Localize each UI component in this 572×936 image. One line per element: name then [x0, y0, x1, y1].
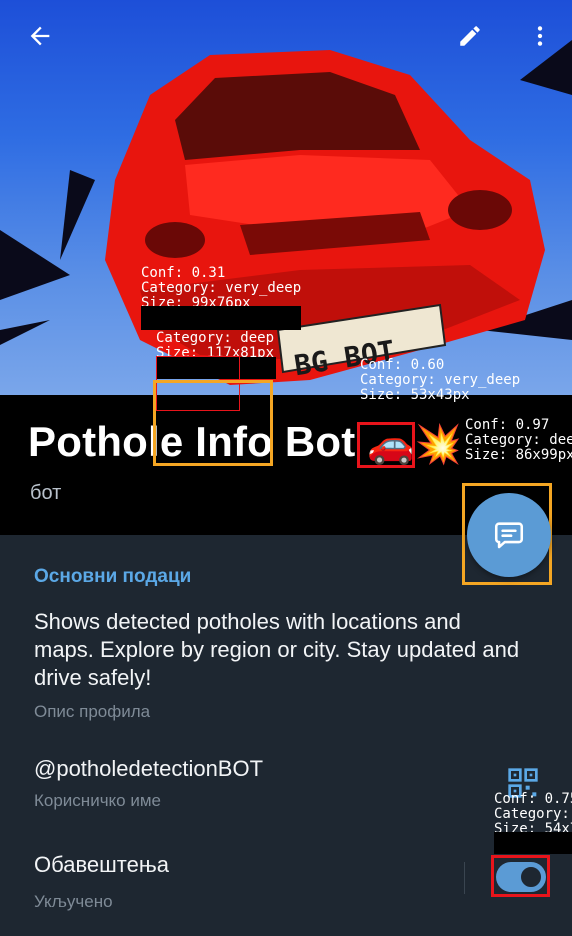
- toggle-divider: [464, 862, 465, 894]
- profile-subtitle: бот: [30, 482, 62, 504]
- username-value[interactable]: @potholedetectionBOT: [34, 756, 263, 782]
- section-title-basic-info: Основни подаци: [34, 566, 192, 587]
- detection-label-5: Conf: 0.75 Category: Size: 54x7: [494, 791, 572, 837]
- notifications-label: Обавештења: [34, 852, 169, 877]
- message-button[interactable]: [467, 493, 551, 577]
- back-button[interactable]: [18, 14, 62, 58]
- notifications-status: Укључено: [34, 892, 113, 911]
- message-icon: [494, 522, 524, 549]
- profile-photo: BG BOT: [0, 0, 572, 395]
- detection-box-3: [357, 422, 415, 468]
- detection-box-5: [491, 855, 550, 897]
- car-illustration: BG BOT: [0, 40, 572, 385]
- edit-button[interactable]: [448, 14, 492, 58]
- profile-header: BG BOT Conf: 0.31 Category: very_deep Size…: [0, 0, 572, 535]
- description-caption: Опис профила: [34, 702, 151, 721]
- arrow-left-icon: [30, 26, 50, 46]
- detection-box-1: [153, 380, 273, 466]
- redaction-bar: [494, 832, 572, 854]
- more-options-button[interactable]: [518, 14, 562, 58]
- username-caption: Корисничко име: [34, 791, 161, 810]
- detection-label-3: Conf: 0.60 Category: very_deep Size: 53x43…: [360, 357, 521, 403]
- detection-label-1: Conf: 0.31 Category: very_deep Size: 99x76…: [141, 265, 302, 311]
- detection-label-4: Conf: 0.97 Category: dee Size: 86x99px: [465, 417, 572, 463]
- redaction-bar: [141, 306, 301, 330]
- more-vertical-icon: [537, 26, 543, 46]
- profile-description: Shows detected potholes with locations a…: [34, 609, 520, 690]
- pencil-icon: [460, 26, 480, 46]
